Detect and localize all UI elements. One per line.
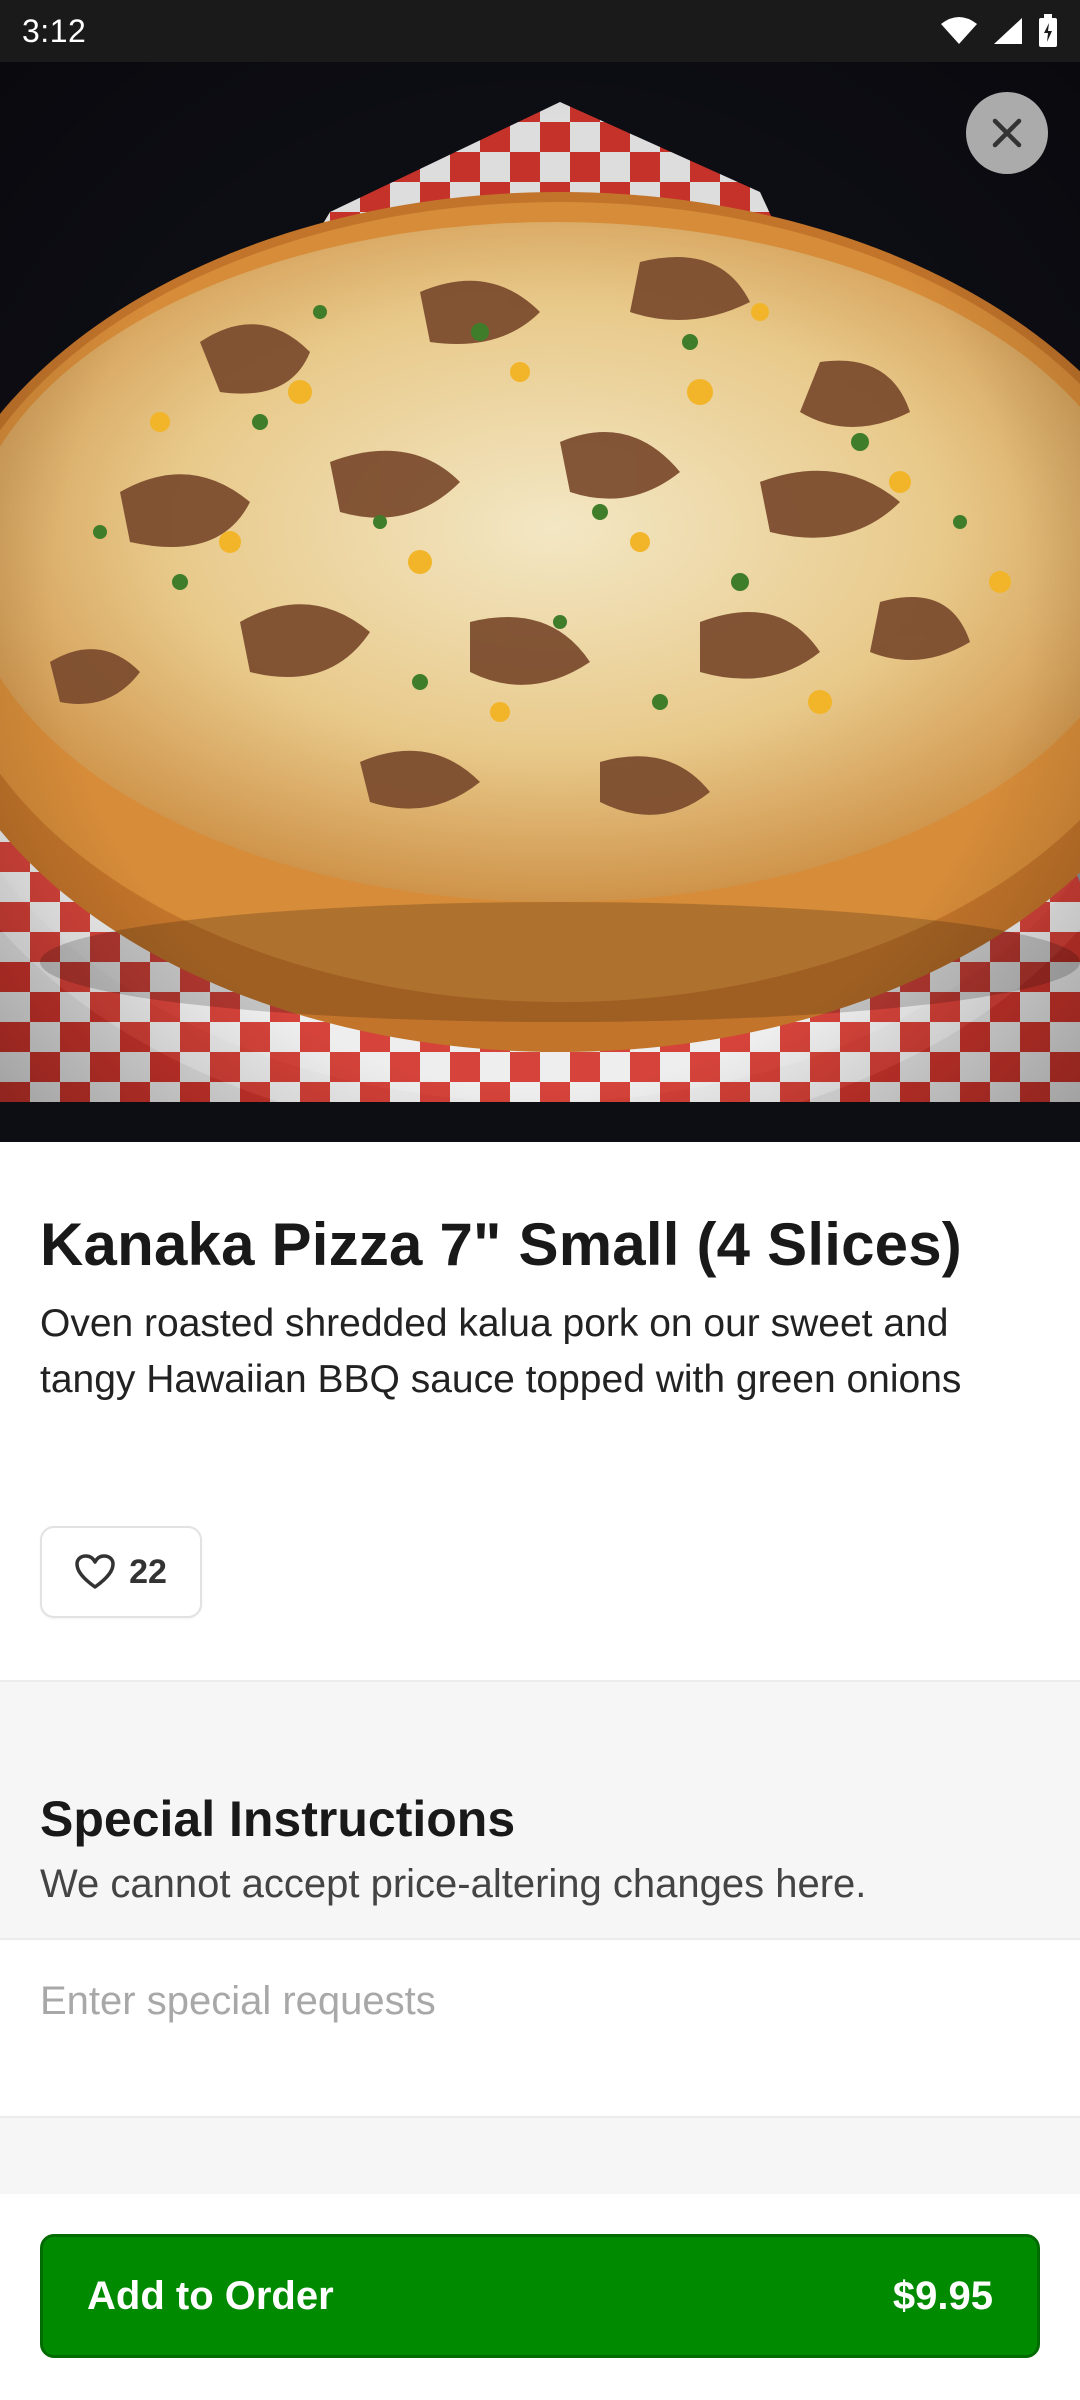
special-instructions-note: We cannot accept price-altering changes … — [40, 1862, 867, 1906]
close-button[interactable] — [966, 92, 1048, 174]
add-to-order-label: Add to Order — [87, 2273, 334, 2318]
footer: Add to Order $9.95 — [0, 2194, 1080, 2400]
heart-icon — [75, 1554, 115, 1589]
battery-icon — [1039, 14, 1057, 47]
pizza-image — [0, 62, 1080, 1142]
item-description: Oven roasted shredded kalua pork on our … — [40, 1302, 962, 1401]
add-to-order-button[interactable]: Add to Order $9.95 — [40, 2234, 1040, 2358]
special-instructions-title: Special Instructions — [40, 1791, 516, 1847]
status-time: 3:12 — [22, 12, 87, 49]
special-requests-field-row — [0, 1938, 1080, 2118]
close-icon — [992, 118, 1022, 148]
like-button[interactable]: 22 — [40, 1526, 202, 1618]
item-hero-image — [0, 62, 1080, 1142]
status-bar: 3:12 — [0, 0, 1080, 62]
item-price: $9.95 — [892, 2273, 993, 2318]
wifi-icon — [941, 17, 977, 44]
like-count: 22 — [129, 1552, 167, 1591]
special-requests-input[interactable] — [40, 1966, 1040, 2036]
section-divider — [0, 2118, 1080, 2194]
signal-icon — [994, 18, 1022, 44]
special-instructions-header: Special Instructions We cannot accept pr… — [0, 1680, 1080, 1938]
item-title: Kanaka Pizza 7" Small (4 Slices) — [40, 1211, 962, 1278]
status-icons — [940, 14, 1058, 48]
